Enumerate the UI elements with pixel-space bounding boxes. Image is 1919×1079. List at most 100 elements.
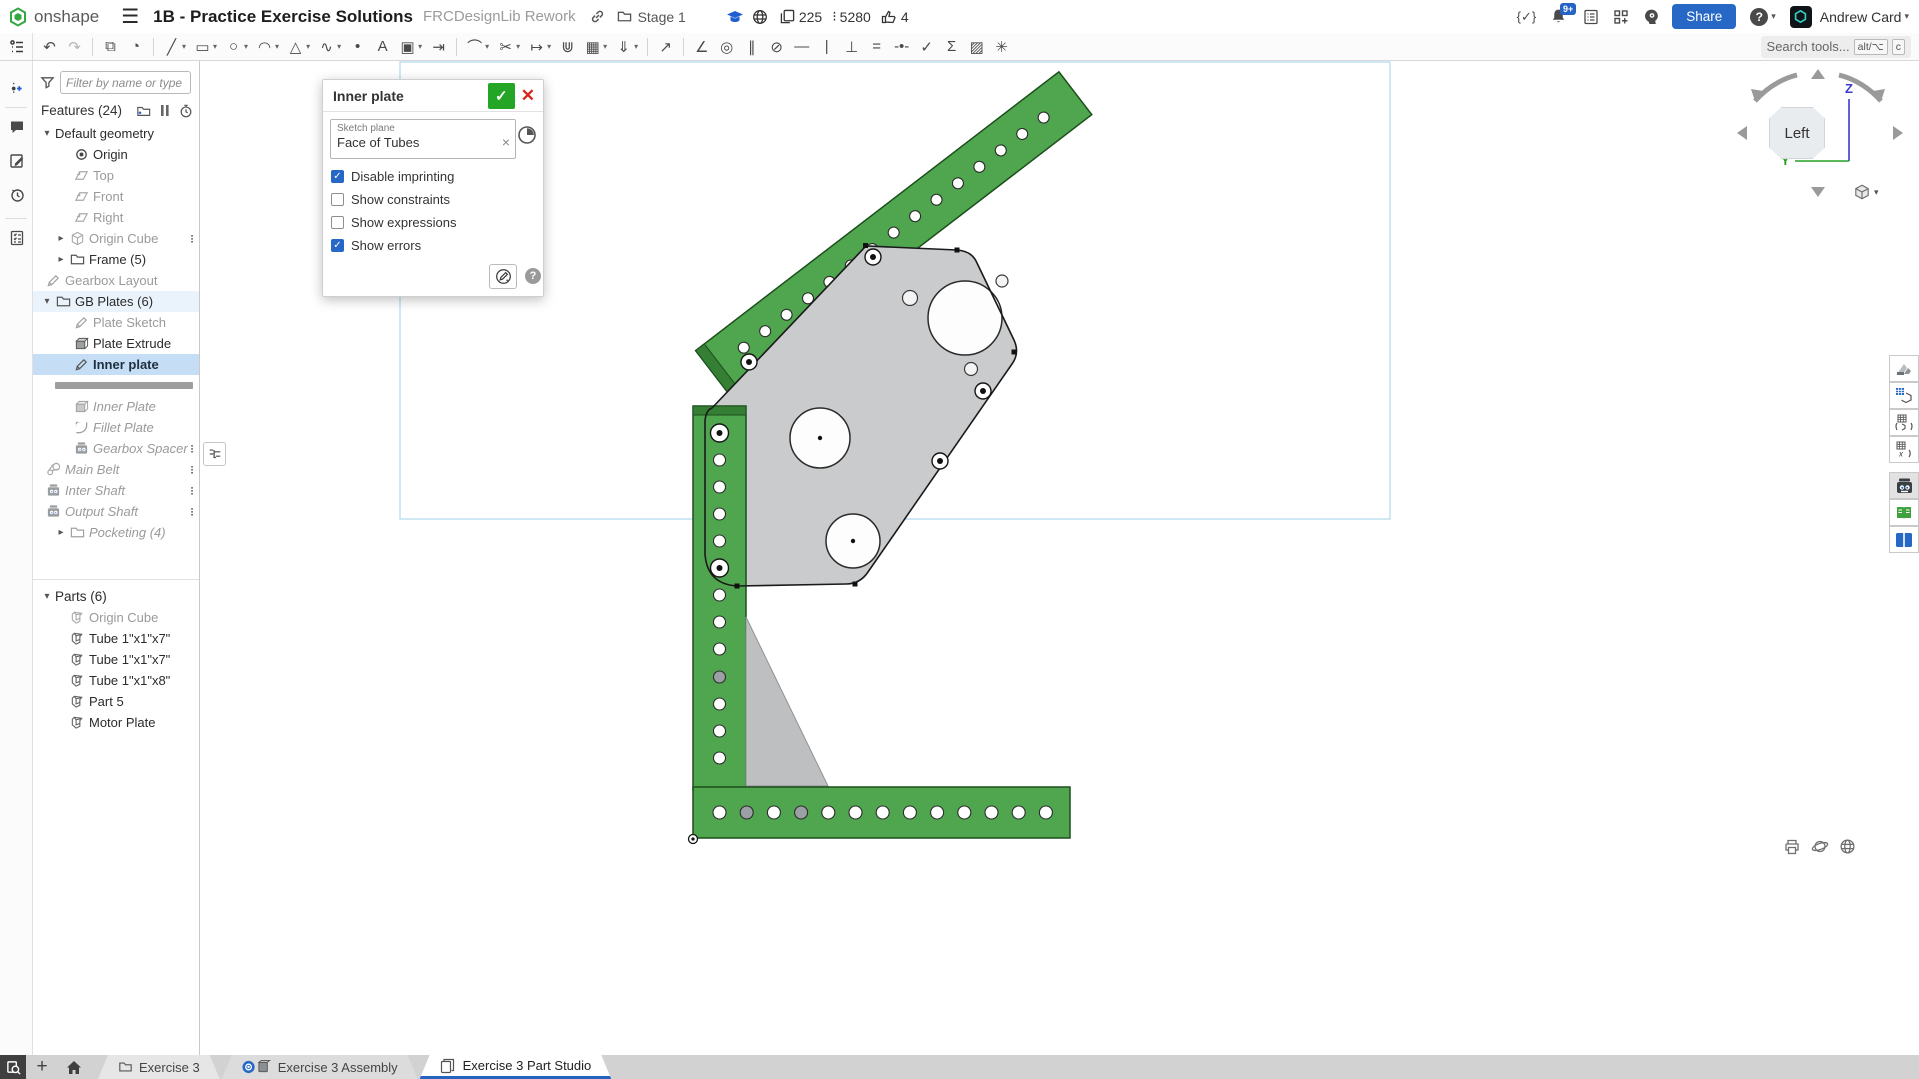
part-item-tube-1-x1-x7-[interactable]: Tube 1"x1"x7" xyxy=(33,628,199,649)
pattern-tool[interactable]: ▦▾ xyxy=(581,35,610,59)
user-caret-icon[interactable]: ▾ xyxy=(1904,11,1909,22)
feature-menu-dots[interactable]: ⁝ xyxy=(190,505,193,519)
apps-grid-icon[interactable] xyxy=(1613,9,1629,25)
feature-item-inner-plate[interactable]: Inner Plate xyxy=(33,396,199,417)
import-dxf-tool[interactable]: ⇓▾ xyxy=(612,35,641,59)
share-button[interactable]: Share xyxy=(1672,4,1736,29)
arc-tool[interactable]: ◠▾ xyxy=(253,35,282,59)
notebook-tool[interactable]: ⧉ xyxy=(99,35,122,59)
dimension-tool[interactable]: ↗ xyxy=(654,35,677,59)
checkbox-box[interactable]: ✓ xyxy=(331,170,344,183)
feature-dialog-handle[interactable] xyxy=(203,442,226,466)
tab-exercise-3[interactable]: Exercise 3 xyxy=(98,1055,220,1079)
history-icon[interactable] xyxy=(0,180,33,210)
part-item-tube-1-x1-x8-[interactable]: Tube 1"x1"x8" xyxy=(33,670,199,691)
new-tab-button[interactable]: + xyxy=(26,1055,58,1079)
sketch-pencil-button[interactable] xyxy=(489,264,517,289)
sketch-text-tool[interactable]: A xyxy=(371,35,394,59)
chevron-right-icon[interactable]: ▸ xyxy=(55,254,67,265)
bom-table-panel-button[interactable] xyxy=(1889,382,1919,409)
comments-icon[interactable] xyxy=(0,112,33,142)
chevron-right-icon[interactable]: ▸ xyxy=(55,527,67,538)
chevron-down-icon[interactable]: ▾ xyxy=(41,296,53,307)
feature-item-plate-sketch[interactable]: Plate Sketch xyxy=(33,312,199,333)
main-menu-icon[interactable]: ☰ xyxy=(121,4,139,29)
variables-panel-button[interactable]: x xyxy=(1889,436,1919,463)
part-item-motor-plate[interactable]: Motor Plate xyxy=(33,712,199,733)
polygon-tool[interactable]: △▾ xyxy=(284,35,313,59)
cancel-icon[interactable]: ✕ xyxy=(521,86,535,106)
checkbox-disable-imprinting[interactable]: ✓Disable imprinting xyxy=(323,165,543,188)
redo-button[interactable]: ↷ xyxy=(63,35,86,59)
tab-exercise-3-assembly[interactable]: Exercise 3 Assembly xyxy=(222,1055,418,1079)
normal-constraint[interactable]: ✓ xyxy=(915,35,938,59)
offset-tool[interactable]: ⇥ xyxy=(427,35,450,59)
dialog-help-icon[interactable]: ? xyxy=(525,268,541,284)
orbit-icon[interactable] xyxy=(1811,838,1829,855)
document-title[interactable]: 1B - Practice Exercise Solutions xyxy=(153,7,413,27)
use-project-tool[interactable]: ▣▾ xyxy=(396,35,425,59)
new-folder-icon[interactable] xyxy=(136,104,151,118)
feature-menu-dots[interactable]: ⁝ xyxy=(190,484,193,498)
feature-item-plate-extrude[interactable]: Plate Extrude xyxy=(33,333,199,354)
featurescript-icon[interactable]: {✓} xyxy=(1517,9,1537,25)
robot-app-panel-button[interactable] xyxy=(1889,472,1919,499)
chevron-down-icon[interactable]: ▾ xyxy=(41,128,53,139)
trim-tool[interactable]: ✂▾ xyxy=(494,35,523,59)
symmetric-constraint[interactable]: Σ xyxy=(940,35,963,59)
face-sketch-tool[interactable]: ◔ xyxy=(124,35,147,59)
midpoint-constraint[interactable]: -•- xyxy=(890,35,913,59)
help-caret-icon[interactable]: ▾ xyxy=(1771,11,1776,22)
filter-input[interactable]: Filter by name or type xyxy=(60,71,191,94)
undo-button[interactable]: ↶ xyxy=(38,35,61,59)
configurations-panel-button[interactable] xyxy=(1889,409,1919,436)
feature-item-pocketing-4-[interactable]: ▸Pocketing (4) xyxy=(33,522,199,543)
search-tools-input[interactable]: Search tools... alt/⌥ c xyxy=(1761,36,1911,58)
horizontal-constraint[interactable]: — xyxy=(790,35,813,59)
suppress-pause-icon[interactable] xyxy=(160,104,170,117)
feature-item-origin[interactable]: Origin xyxy=(33,144,199,165)
rectangle-tool[interactable]: ▭▾ xyxy=(191,35,220,59)
circle-tool[interactable]: ○▾ xyxy=(222,35,251,59)
appearance-panel-button[interactable] xyxy=(1889,355,1919,382)
concentric-constraint[interactable]: ◎ xyxy=(715,35,738,59)
feature-item-inner-plate[interactable]: Inner plate xyxy=(33,354,199,375)
education-icon[interactable] xyxy=(726,9,744,25)
onshape-logo-icon[interactable] xyxy=(8,7,28,27)
checkbox-show-expressions[interactable]: Show expressions xyxy=(323,211,543,234)
edit-document-icon[interactable] xyxy=(0,146,33,176)
versions-icon[interactable]: ⁝ xyxy=(832,8,835,25)
help-icon[interactable]: ? xyxy=(1750,8,1768,26)
tasks-icon[interactable] xyxy=(1583,9,1599,25)
sketch-plane-field[interactable]: Sketch plane Face of Tubes × xyxy=(330,119,516,159)
tab-exercise-3-part-studio[interactable]: Exercise 3 Part Studio xyxy=(420,1055,612,1079)
part-item-tube-1-x1-x7-[interactable]: Tube 1"x1"x7" xyxy=(33,649,199,670)
rollback-pie-icon[interactable] xyxy=(517,125,537,145)
feature-item-inter-shaft[interactable]: Inter Shaft⁝ xyxy=(33,480,199,501)
feature-item-fillet-plate[interactable]: Fillet Plate xyxy=(33,417,199,438)
feature-item-gearbox-spacer[interactable]: Gearbox Spacer⁝ xyxy=(33,438,199,459)
feature-item-origin-cube[interactable]: ▸Origin Cube⁝ xyxy=(33,228,199,249)
point-tool[interactable]: • xyxy=(346,35,369,59)
fix-constraint[interactable]: ▨ xyxy=(965,35,988,59)
public-globe-icon[interactable] xyxy=(752,9,768,25)
line-tool[interactable]: ╱▾ xyxy=(160,35,189,59)
chevron-right-icon[interactable]: ▸ xyxy=(55,233,67,244)
home-tab-button[interactable] xyxy=(58,1055,90,1079)
parallel-constraint[interactable]: ∥ xyxy=(740,35,763,59)
feature-item-gearbox-layout[interactable]: Gearbox Layout xyxy=(33,270,199,291)
feature-item-frame-5-[interactable]: ▸Frame (5) xyxy=(33,249,199,270)
pierce-constraint[interactable]: ✳ xyxy=(990,35,1013,59)
likes-icon[interactable] xyxy=(881,9,897,25)
versions-list-icon[interactable] xyxy=(0,223,33,253)
tangent-constraint[interactable]: ⊘ xyxy=(765,35,788,59)
checkbox-show-constraints[interactable]: Show constraints xyxy=(323,188,543,211)
design-handbook-panel-button[interactable] xyxy=(1889,499,1919,526)
copies-icon[interactable] xyxy=(780,9,795,24)
globe-settings-icon[interactable] xyxy=(1839,838,1856,855)
feature-menu-dots[interactable]: ⁝ xyxy=(190,463,193,477)
equal-constraint[interactable]: = xyxy=(865,35,888,59)
split-view-panel-button[interactable] xyxy=(1889,526,1919,553)
rollback-bar[interactable] xyxy=(55,382,193,389)
tab-manager-button[interactable] xyxy=(0,1055,26,1079)
